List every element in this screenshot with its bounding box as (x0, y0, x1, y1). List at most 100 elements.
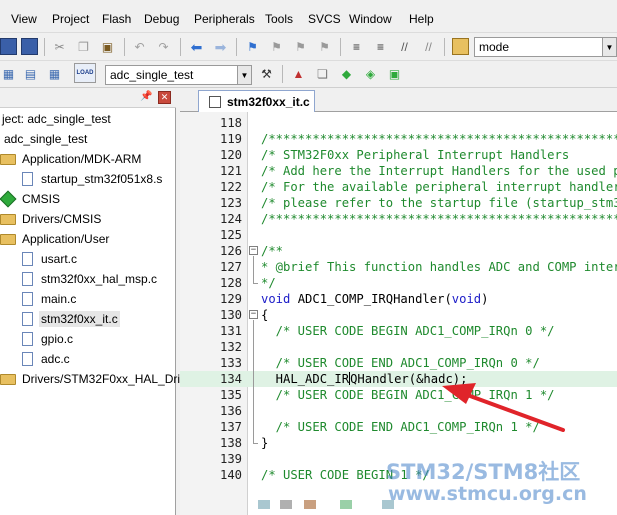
line-number: 124 (219, 212, 242, 226)
tree-item-label: startup_stm32f051x8.s (41, 172, 163, 186)
project-tree-item[interactable]: CMSIS (0, 189, 62, 209)
file-icon (22, 332, 33, 346)
project-tree-item[interactable]: Drivers/STM32F0xx_HAL_Driv (0, 369, 188, 389)
keyword-token: void (261, 292, 291, 306)
project-root[interactable]: ject: adc_single_test (0, 109, 113, 129)
build-icon[interactable]: ▤ (22, 65, 39, 82)
code-line[interactable]: 133 /* USER CODE END ADC1_COMP_IRQn 0 */ (180, 355, 617, 371)
project-tree-item[interactable]: stm32f0xx_hal_msp.c (20, 269, 159, 289)
nav-forward-icon[interactable]: ➡ (212, 38, 229, 55)
code-text: /* STM32F0xx Peripheral Interrupt Handle… (261, 148, 570, 162)
file-extensions-icon[interactable]: ❏ (314, 65, 331, 82)
line-number: 119 (219, 132, 242, 146)
code-line[interactable]: 134 HAL_ADC_IRQHandler(&hadc); (180, 371, 617, 387)
project-tree-item[interactable]: main.c (20, 289, 78, 309)
code-line[interactable]: 126−/** (180, 243, 617, 259)
project-tree-item[interactable]: Application/MDK-ARM (0, 149, 143, 169)
copy-icon[interactable]: ❐ (75, 38, 92, 55)
translate-icon[interactable]: ▦ (0, 65, 17, 82)
pack-installer-icon[interactable]: ▣ (386, 65, 403, 82)
menu-tools[interactable]: Tools (265, 12, 293, 26)
unindent-icon[interactable]: ≡ (372, 38, 389, 55)
close-icon[interactable]: ✕ (158, 91, 171, 104)
code-line[interactable]: 118 (180, 115, 617, 131)
code-editor[interactable]: 118 119 /*********************************… (180, 112, 617, 515)
code-text: /* USER CODE END ADC1_COMP_IRQn 0 */ (261, 356, 540, 370)
select-pack-icon[interactable]: ◈ (362, 65, 379, 82)
manage-components-icon[interactable]: ▲ (290, 65, 307, 82)
menu-peripherals[interactable]: Peripherals (194, 12, 255, 26)
project-tree-item[interactable]: adc_single_test (2, 129, 89, 149)
project-tree-item[interactable]: adc.c (20, 349, 72, 369)
code-line[interactable]: 136 (180, 403, 617, 419)
tree-item-label: CMSIS (22, 192, 61, 206)
uncomment-icon[interactable]: // (420, 38, 437, 55)
project-tree-item[interactable]: startup_stm32f051x8.s (20, 169, 164, 189)
code-line[interactable]: 121 /* Add here the Interrupt Handlers fo… (180, 163, 617, 179)
menu-debug[interactable]: Debug (144, 12, 179, 26)
code-line[interactable]: 137 /* USER CODE END ADC1_COMP_IRQn 1 */ (180, 419, 617, 435)
line-number: 135 (219, 388, 242, 402)
load-button[interactable]: LOAD (74, 63, 96, 83)
chevron-down-icon[interactable]: ▼ (602, 38, 616, 56)
menu-svcs[interactable]: SVCS (308, 12, 341, 26)
file-icon (22, 292, 33, 306)
find-combo[interactable]: mode ▼ (474, 37, 617, 57)
indent-icon[interactable]: ≡ (348, 38, 365, 55)
line-number: 118 (219, 116, 242, 130)
bookmark-icon[interactable]: ⚑ (244, 38, 261, 55)
decorative-block (382, 500, 394, 509)
menu-flash[interactable]: Flash (102, 12, 131, 26)
code-line[interactable]: 128 */ (180, 275, 617, 291)
identifier-token: ADC1_COMP_IRQHandler( (290, 292, 452, 306)
bookmark-prev-icon[interactable]: ⚑ (268, 38, 285, 55)
find-in-files-icon[interactable] (452, 38, 469, 55)
project-tree-item[interactable]: usart.c (20, 249, 79, 269)
menu-help[interactable]: Help (409, 12, 434, 26)
options-wand-icon[interactable]: ⚒ (258, 65, 275, 82)
save-all-icon[interactable] (21, 38, 38, 55)
pin-icon[interactable]: 📌 (140, 91, 152, 102)
project-tree-item[interactable]: Application/User (0, 229, 111, 249)
menu-window[interactable]: Window (349, 12, 392, 26)
bookmark-next-icon[interactable]: ⚑ (292, 38, 309, 55)
rebuild-icon[interactable]: ▦ (46, 65, 63, 82)
menu-view[interactable]: View (11, 12, 37, 26)
bookmark-clear-icon[interactable]: ⚑ (316, 38, 333, 55)
code-line[interactable]: 123 /* please refer to the startup file (… (180, 195, 617, 211)
project-tree-item[interactable]: Drivers/CMSIS (0, 209, 103, 229)
tree-item-label: Application/MDK-ARM (22, 152, 142, 166)
code-text: /* please refer to the startup file (sta… (261, 196, 617, 210)
project-tree-item[interactable]: stm32f0xx_it.c (20, 309, 120, 329)
code-line[interactable]: 124 /************************************… (180, 211, 617, 227)
code-line[interactable]: 135 /* USER CODE BEGIN ADC1_COMP_IRQn 1 … (180, 387, 617, 403)
code-line[interactable]: 138} (180, 435, 617, 451)
code-line[interactable]: 127 * @brief This function handles ADC an… (180, 259, 617, 275)
code-line[interactable]: 129 void ADC1_COMP_IRQHandler(void) (180, 291, 617, 307)
manage-rte-icon[interactable]: ◆ (338, 65, 355, 82)
comment-icon[interactable]: // (396, 38, 413, 55)
paste-icon[interactable]: ▣ (99, 38, 116, 55)
code-line[interactable]: 132 (180, 339, 617, 355)
redo-icon[interactable]: ↷ (155, 38, 172, 55)
decorative-block (340, 500, 352, 509)
code-line[interactable]: 125 (180, 227, 617, 243)
chevron-down-icon[interactable]: ▼ (237, 66, 251, 84)
tab-stm32f0xx-it[interactable]: stm32f0xx_it.c (198, 90, 315, 113)
code-line[interactable]: 120 /* STM32F0xx Peripheral Interrupt Han… (180, 147, 617, 163)
target-combo[interactable]: adc_single_test ▼ (105, 65, 252, 85)
code-line[interactable]: 130−{ (180, 307, 617, 323)
line-number: 130 (219, 308, 242, 322)
code-line[interactable]: 122 /* For the available peripheral inter… (180, 179, 617, 195)
menu-project[interactable]: Project (52, 12, 89, 26)
code-line[interactable]: 131 /* USER CODE BEGIN ADC1_COMP_IRQn 0 … (180, 323, 617, 339)
fold-toggle-icon[interactable]: − (249, 246, 258, 255)
save-icon[interactable] (0, 38, 17, 55)
fold-toggle-icon[interactable]: − (249, 310, 258, 319)
code-line[interactable]: 119 /************************************… (180, 131, 617, 147)
project-tree-item[interactable]: gpio.c (20, 329, 75, 349)
undo-icon[interactable]: ↶ (131, 38, 148, 55)
file-icon (22, 352, 33, 366)
cut-icon[interactable]: ✂ (51, 38, 68, 55)
nav-back-icon[interactable]: ⬅ (188, 38, 205, 55)
